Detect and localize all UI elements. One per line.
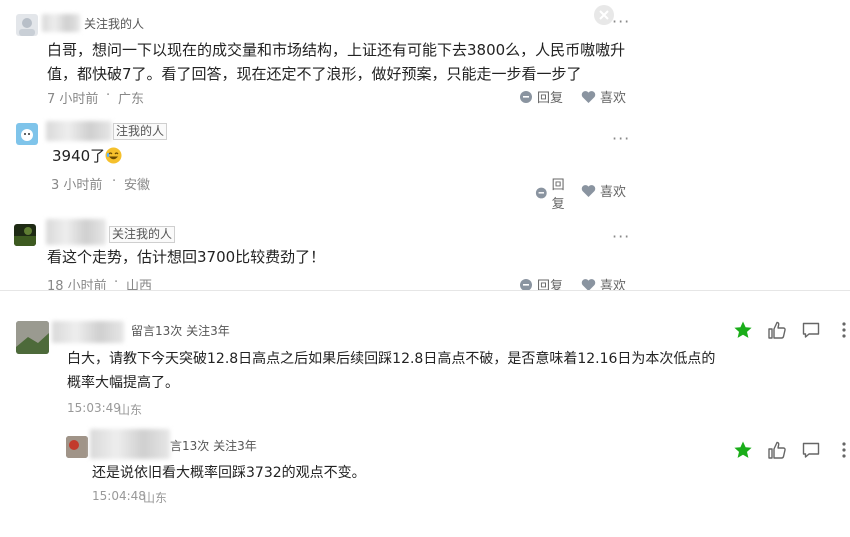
reply-button[interactable]: 回复 bbox=[535, 174, 575, 212]
username-blurred[interactable] bbox=[42, 14, 80, 32]
reply-text: 还是说依旧看大概率回踩3732的观点不变。 bbox=[92, 465, 366, 481]
like-button[interactable]: 喜欢 bbox=[581, 87, 626, 106]
user-stats: 言13次 关注3年 bbox=[170, 439, 257, 453]
star-icon[interactable] bbox=[733, 320, 753, 340]
like-button[interactable]: 喜欢 bbox=[581, 275, 626, 290]
avatar[interactable] bbox=[66, 436, 88, 458]
like-label: 喜欢 bbox=[600, 279, 627, 290]
comment-time: 3 小时前 bbox=[51, 178, 103, 193]
comment-location: 安徽 bbox=[124, 178, 151, 193]
meta-dot: · bbox=[112, 174, 117, 189]
more-icon[interactable]: ··· bbox=[612, 12, 630, 31]
comment-location: 广东 bbox=[118, 92, 145, 107]
username-blurred[interactable] bbox=[52, 321, 124, 343]
avatar[interactable] bbox=[16, 321, 49, 354]
comment-icon[interactable] bbox=[801, 320, 821, 340]
comment-icon bbox=[520, 90, 532, 103]
more-icon[interactable] bbox=[834, 320, 850, 340]
follow-tag: 关注我的人 bbox=[84, 17, 145, 31]
heart-icon bbox=[581, 90, 596, 103]
meta-dot: · bbox=[114, 275, 119, 290]
comment-list-top: 关注我的人 ··· 白哥，想问一下以现在的成交量和市场结构，上证还有可能下去38… bbox=[0, 0, 640, 290]
comment-time: 18 小时前 bbox=[47, 279, 107, 290]
thumbs-up-icon[interactable] bbox=[767, 440, 787, 460]
comment-location: 山东 bbox=[118, 403, 143, 417]
star-icon[interactable] bbox=[733, 440, 753, 460]
heart-icon bbox=[581, 278, 596, 290]
heart-icon bbox=[581, 184, 596, 197]
username-blurred[interactable] bbox=[46, 219, 106, 245]
comment-text: 白大，请教下今天突破12.8日高点之后如果后续回踩12.8日高点不破，是否意味着… bbox=[67, 351, 716, 391]
comment-text: 3940了 bbox=[52, 144, 122, 168]
username-blurred[interactable] bbox=[46, 121, 112, 141]
comment-text: 看这个走势，估计想回3700比较费劲了！ bbox=[47, 248, 326, 266]
more-icon[interactable]: ··· bbox=[612, 227, 630, 246]
reply-label: 回复 bbox=[551, 178, 565, 212]
comment-time: 7 小时前 bbox=[47, 92, 99, 107]
more-icon[interactable]: ··· bbox=[612, 129, 630, 148]
reply-time: 15:04:48 bbox=[92, 489, 146, 503]
avatar[interactable] bbox=[16, 123, 38, 145]
comment-list-bottom: 留言13次 关注3年 白大，请教下今天突破12.8日高点之后如果后续回踩12.8… bbox=[0, 290, 850, 537]
comment-icon bbox=[520, 278, 532, 290]
like-button[interactable]: 喜欢 bbox=[581, 181, 626, 200]
comment-time: 15:03:49 bbox=[67, 401, 121, 415]
avatar[interactable] bbox=[14, 224, 36, 246]
laugh-emoji-icon bbox=[105, 147, 122, 164]
meta-dot: · bbox=[106, 88, 111, 103]
reply-button[interactable]: 回复 bbox=[519, 275, 563, 290]
avatar[interactable] bbox=[16, 14, 38, 36]
reply-location: 山东 bbox=[143, 491, 168, 505]
like-label: 喜欢 bbox=[600, 91, 627, 106]
reply-label: 回复 bbox=[537, 279, 564, 290]
more-icon[interactable] bbox=[834, 440, 850, 460]
close-icon[interactable] bbox=[594, 5, 614, 25]
comment-icon bbox=[535, 187, 547, 199]
username-blurred[interactable] bbox=[90, 429, 170, 459]
thumbs-up-icon[interactable] bbox=[767, 320, 787, 340]
follow-tag: 注我的人 bbox=[113, 123, 168, 140]
reply-label: 回复 bbox=[537, 91, 564, 106]
comment-text: 白哥，想问一下以现在的成交量和市场结构，上证还有可能下去3800么，人民币嗷嗷升… bbox=[47, 41, 626, 83]
user-stats: 留言13次 关注3年 bbox=[131, 324, 230, 338]
follow-tag: 关注我的人 bbox=[109, 226, 176, 243]
like-label: 喜欢 bbox=[600, 185, 627, 200]
reply-button[interactable]: 回复 bbox=[519, 87, 563, 106]
comment-location: 山西 bbox=[126, 279, 153, 290]
comment-icon[interactable] bbox=[801, 440, 821, 460]
